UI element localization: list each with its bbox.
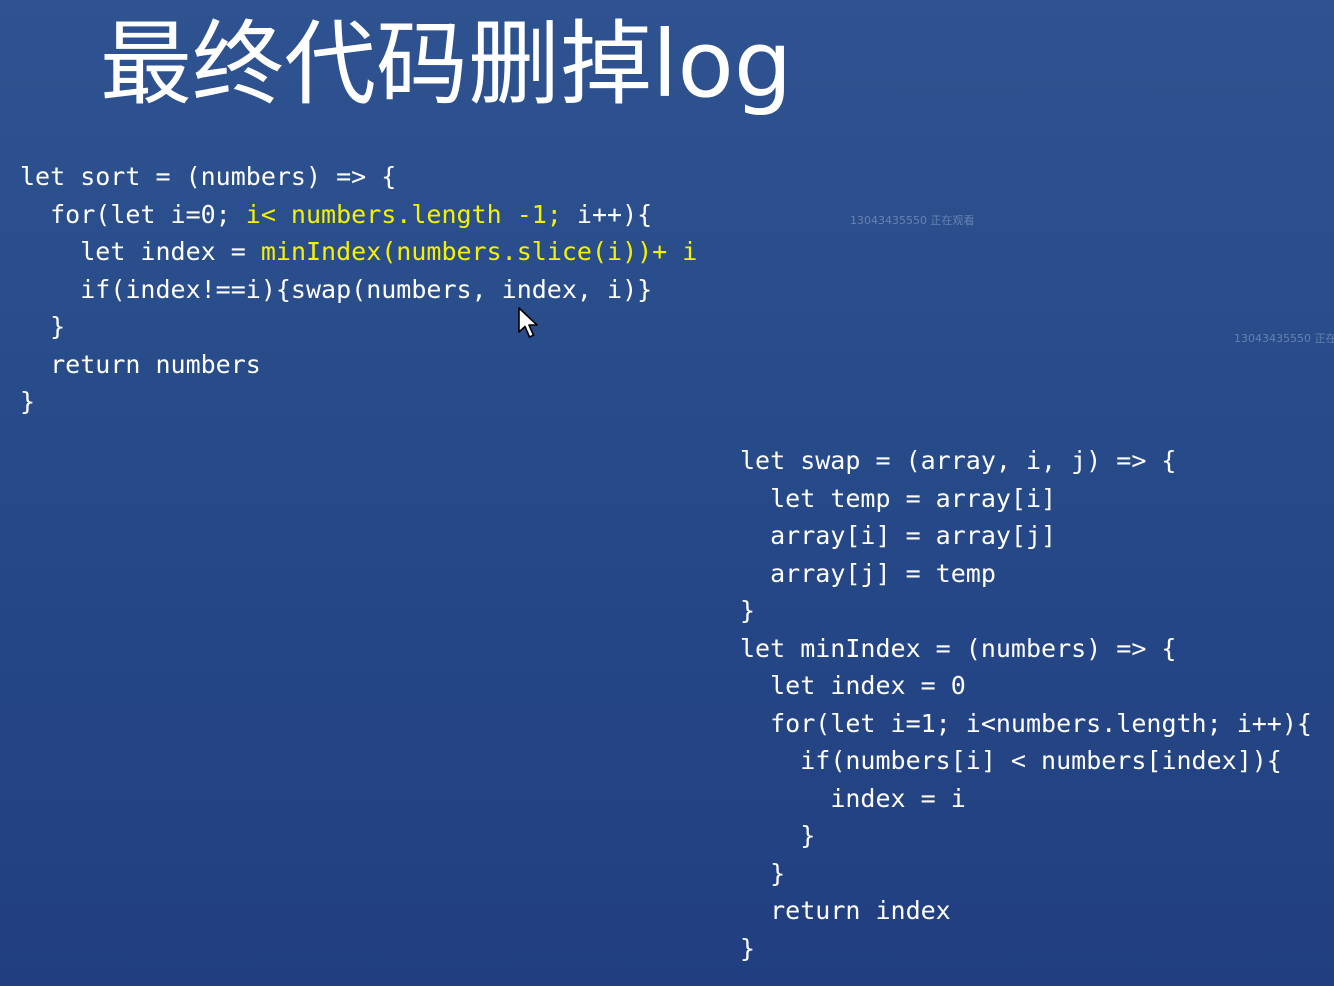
code-token: } [740,596,756,625]
code-line: } [20,383,697,421]
code-line: } [20,308,697,346]
viewer-watermark-edge: 13043435550 正在 [1234,332,1334,345]
code-line: return numbers [20,346,697,384]
code-token: array[i] = array[j] [770,521,1057,550]
code-token: index = i [830,783,966,813]
code-line: let swap = (array, i, j) => { [740,442,1312,480]
code-line: let temp = array[i] [740,480,1312,518]
code-token: for(let i=0; [50,199,246,229]
code-token: } [740,933,756,963]
code-line: let minIndex = (numbers) => { [740,630,1312,668]
code-line: } [740,855,1312,893]
slide-title: 最终代码删掉log [100,11,793,118]
code-line: let index = 0 [740,667,1312,705]
code-line: array[j] = temp [740,555,1312,593]
code-token: if(numbers[i] < numbers[index]){ [800,746,1282,775]
mouse-pointer-icon [518,307,538,338]
code-line: for(let i=1; i<numbers.length; i++){ [740,705,1312,743]
code-token: } [20,387,36,416]
code-token-highlighted: minIndex(numbers.slice(i))+ i [260,237,698,266]
sort-function-code: let sort = (numbers) => { for(let i=0; i… [20,158,697,421]
code-token-highlighted: i< numbers.length -1; [245,199,562,229]
code-line: index = i [740,780,1312,818]
code-line: array[i] = array[j] [740,517,1312,555]
code-token: return numbers [50,349,261,379]
code-token: array[j] = temp [770,558,996,588]
code-token: if(index!==i){swap(numbers, index, i)} [80,274,653,304]
code-token: let swap = (array, i, j) => { [740,446,1177,475]
code-token: return index [770,896,951,925]
code-token: } [800,821,816,850]
code-line: let index = minIndex(numbers.slice(i))+ … [20,233,697,271]
code-token: let index = [80,237,261,266]
code-token: for(let i=1; i<numbers.length; i++){ [770,708,1312,738]
code-line: if(numbers[i] < numbers[index]){ [740,742,1312,780]
code-line: let sort = (numbers) => { [20,158,697,196]
code-line: } [740,817,1312,855]
code-token: let index = 0 [770,671,966,700]
helper-functions-code: let swap = (array, i, j) => { let temp =… [740,442,1312,967]
code-token: } [50,312,66,341]
code-line: for(let i=0; i< numbers.length -1; i++){ [20,196,697,234]
viewer-watermark: 13043435550 正在观看 [850,214,975,227]
code-line: } [740,930,1312,968]
code-token: i++){ [561,199,653,229]
code-token: let sort = (numbers) => { [20,162,397,191]
code-line: } [740,592,1312,630]
code-token: } [770,858,786,888]
code-line: return index [740,892,1312,930]
code-line: if(index!==i){swap(numbers, index, i)} [20,271,697,309]
code-token: let temp = array[i] [770,483,1057,513]
code-token: let minIndex = (numbers) => { [740,633,1177,663]
